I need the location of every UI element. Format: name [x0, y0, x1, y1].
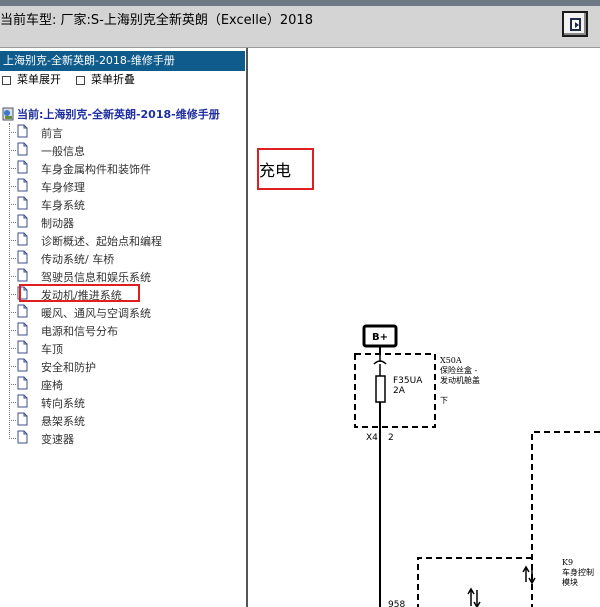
menu-collapse-button[interactable]: 菜单折叠 — [76, 72, 135, 88]
tree-connector — [9, 348, 16, 349]
module-name-1: 车身控制 — [562, 567, 594, 577]
body-control-module-outline — [417, 557, 532, 607]
fuse-block-name-1: 保险丝盒 - — [440, 365, 478, 375]
tree-item-label: 安全和防护 — [41, 361, 96, 374]
document-icon — [17, 124, 28, 138]
connector-label: X4 — [366, 433, 378, 443]
tree-item-label: 传动系统/ 车桥 — [41, 253, 115, 266]
document-icon — [17, 250, 28, 264]
selected-item-highlight — [19, 284, 140, 302]
menu-expand-button[interactable]: 菜单展开 — [2, 72, 61, 88]
document-icon — [17, 160, 28, 174]
tree-connector — [9, 366, 16, 367]
tree-root-label: 当前:上海别克-全新英朗-2018-维修手册 — [17, 108, 220, 121]
tree-item-label: 前言 — [41, 127, 63, 140]
tree-item-label: 车顶 — [41, 343, 63, 356]
tree-connector — [9, 150, 16, 151]
document-icon — [17, 412, 28, 426]
document-icon — [17, 304, 28, 318]
tree-connector — [9, 312, 16, 313]
tree-connector — [9, 258, 16, 259]
tree-connector — [9, 204, 16, 205]
wire-label: 958 — [388, 600, 405, 607]
tree-item-label: 制动器 — [41, 217, 74, 230]
sidebar: 上海别克-全新英朗-2018-维修手册 菜单展开 菜单折叠 当前:上海别克-全新… — [0, 48, 248, 607]
tree-item-label: 变速器 — [41, 433, 74, 446]
tree-item-label: 电源和信号分布 — [41, 325, 118, 338]
collapse-icon — [76, 75, 85, 85]
tree-item-label: 诊断概述、起始点和编程 — [41, 235, 162, 248]
pin-label: 2 — [388, 433, 394, 443]
fuse-symbol — [375, 375, 386, 403]
document-icon — [17, 196, 28, 210]
tree-connector — [9, 222, 16, 223]
wiring-diagram: B+ F35UA 2A X50A 保险丝盒 - 发动机舱盖 下 X4 2 958… — [354, 324, 600, 607]
tree-connector — [9, 420, 16, 421]
tree-connector-line — [9, 123, 10, 439]
sidebar-header: 上海别克-全新英朗-2018-维修手册 — [0, 51, 245, 71]
module-id: K9 — [562, 558, 573, 567]
fuse-id: F35UA — [393, 376, 423, 386]
title-bar-strip — [0, 0, 600, 6]
tree-connector — [9, 384, 16, 385]
fuse-block-name-3: 下 — [440, 396, 448, 405]
tree-connector — [9, 276, 16, 277]
tree-item-label: 车身金属构件和装饰件 — [41, 163, 151, 176]
document-icon — [17, 214, 28, 228]
fuse-rating: 2A — [393, 386, 406, 396]
document-icon — [17, 178, 28, 192]
tree-connector — [9, 438, 16, 439]
tree-item-label: 悬架系统 — [41, 415, 85, 428]
exit-icon — [570, 18, 581, 31]
exit-button[interactable] — [562, 11, 588, 37]
vehicle-title: 当前车型: 厂家:S-上海别克全新英朗（Excelle）2018 — [0, 13, 313, 28]
document-icon — [17, 340, 28, 354]
tree-item-label: 一般信息 — [41, 145, 85, 158]
bidirectional-arrow-icon — [522, 565, 536, 585]
bidirectional-arrow-icon-2 — [467, 587, 481, 607]
manual-book-icon — [2, 107, 14, 121]
document-icon — [17, 394, 28, 408]
battery-label: B+ — [372, 332, 388, 343]
tree-item-label: 转向系统 — [41, 397, 85, 410]
tree-connector — [9, 294, 16, 295]
title-bar: 当前车型: 厂家:S-上海别克全新英朗（Excelle）2018 — [0, 0, 600, 48]
tree-connector — [9, 402, 16, 403]
document-icon — [17, 268, 28, 282]
tree-item-label: 车身修理 — [41, 181, 85, 194]
expand-icon — [2, 75, 11, 85]
menu-collapse-label: 菜单折叠 — [91, 73, 135, 86]
document-icon — [17, 376, 28, 390]
tree-item-label: 暖风、通风与空调系统 — [41, 307, 151, 320]
document-icon — [17, 142, 28, 156]
document-icon — [17, 358, 28, 372]
tree-root[interactable]: 当前:上海别克-全新英朗-2018-维修手册 — [2, 106, 220, 122]
tree-item-label: 驾驶员信息和娱乐系统 — [41, 271, 151, 284]
fuse-block-id: X50A — [440, 356, 462, 365]
fuse-block-name-2: 发动机舱盖 — [440, 375, 480, 385]
tree-connector — [9, 330, 16, 331]
tree-item-label: 座椅 — [41, 379, 63, 392]
section-title: 充电 — [259, 161, 292, 180]
menu-expand-label: 菜单展开 — [17, 73, 61, 86]
tree-connector — [9, 240, 16, 241]
module-name-2: 模块 — [562, 577, 578, 587]
tree-connector — [9, 186, 16, 187]
document-icon — [17, 322, 28, 336]
tree-connector — [9, 132, 16, 133]
tree-connector — [9, 168, 16, 169]
document-icon — [17, 430, 28, 444]
document-icon — [17, 232, 28, 246]
tree-item-label: 车身系统 — [41, 199, 85, 212]
